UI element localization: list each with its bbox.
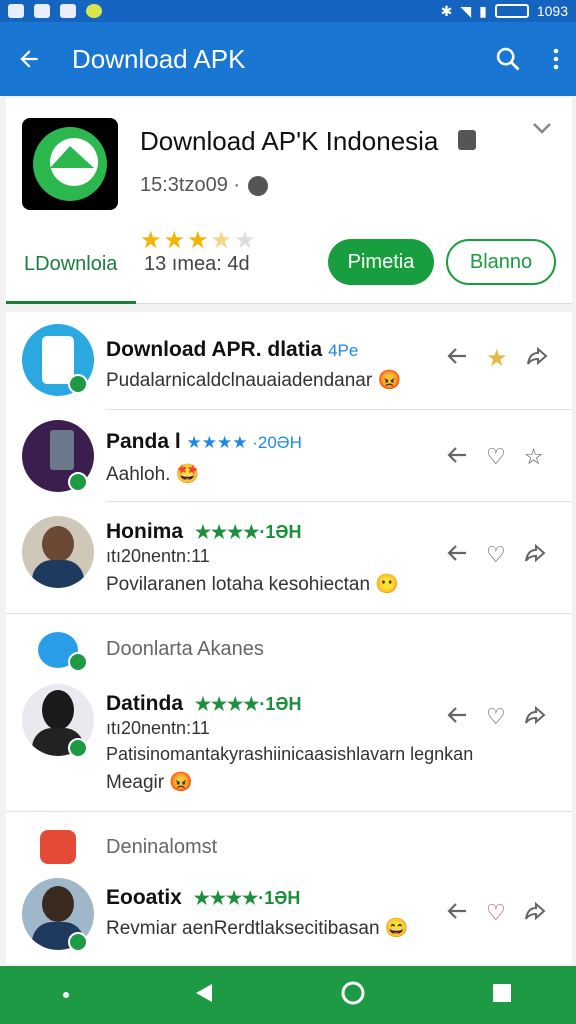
item-rating: ★★★★ ·20ƏH bbox=[186, 433, 302, 452]
item-title: Datinda ★★★★·1ƏH bbox=[106, 692, 301, 716]
item-title-text: Datinda bbox=[106, 692, 184, 715]
heart-icon[interactable]: ♡ bbox=[486, 542, 506, 568]
install-button[interactable]: Pimetia bbox=[328, 239, 434, 285]
dot-icon bbox=[62, 992, 69, 998]
verified-badge-icon bbox=[68, 374, 88, 394]
section-title: Doonlarta Akanes bbox=[106, 638, 264, 660]
rating-stars: ★★★★★ bbox=[140, 227, 258, 254]
share-icon[interactable] bbox=[526, 346, 548, 371]
item-rating: ★★★★·1ƏH bbox=[193, 888, 301, 908]
chevron-down-icon[interactable] bbox=[532, 122, 552, 141]
item-title-text: Eooatix bbox=[106, 886, 182, 909]
item-tag: 4Pe bbox=[328, 341, 359, 360]
reply-icon[interactable] bbox=[446, 543, 468, 568]
search-icon[interactable] bbox=[494, 45, 522, 73]
info-icon bbox=[458, 130, 476, 150]
item-rating: ★★★★·1ƏH bbox=[194, 694, 302, 714]
share-icon[interactable] bbox=[524, 705, 546, 730]
heart-icon[interactable]: ♡ bbox=[486, 444, 506, 470]
verified-badge-icon bbox=[68, 932, 88, 952]
section-title: Deninalomst bbox=[106, 836, 218, 858]
item-title: Panda l ★★★★ ·20ƏH bbox=[106, 430, 302, 454]
section-header: Deninalomst bbox=[6, 812, 572, 878]
item-description: Aahloh. 🤩 bbox=[106, 464, 200, 485]
tab-indicator bbox=[6, 301, 136, 304]
shield-icon bbox=[86, 4, 102, 18]
verified-badge-icon bbox=[68, 472, 88, 492]
item-description: Povilaranen lotaha kesohiectan 😶 bbox=[106, 574, 400, 595]
notification-icon bbox=[8, 4, 24, 18]
home-nav-icon[interactable] bbox=[340, 980, 366, 1011]
app-icon[interactable] bbox=[22, 118, 118, 210]
item-description: Patisinomantakyrashiinicaasishlavarn leg… bbox=[106, 744, 474, 764]
star-icon[interactable]: ★ bbox=[486, 344, 508, 373]
item-title: Download APR. dlatia 4Pe bbox=[106, 338, 358, 362]
back-nav-icon[interactable] bbox=[194, 982, 214, 1009]
heart-icon[interactable]: ♡ bbox=[486, 704, 506, 730]
app-logo-icon bbox=[40, 830, 76, 864]
status-bar: ✱ ◥ ▮ 1093 bbox=[0, 0, 576, 22]
app-card: Download AP'K Indonesia 15:3tzo09 · ★★★★… bbox=[6, 98, 572, 304]
item-title-text: Download APR. dlatia bbox=[106, 338, 323, 361]
verified-badge-icon bbox=[68, 738, 88, 758]
heart-icon[interactable]: ♡ bbox=[486, 900, 506, 926]
share-icon[interactable] bbox=[524, 543, 546, 568]
star-outline-icon[interactable]: ☆ bbox=[524, 444, 544, 470]
verified-badge-icon bbox=[68, 652, 88, 672]
page-title: Download APK bbox=[72, 43, 246, 74]
list-item[interactable]: Eooatix ★★★★·1ƏH Revmiar aenRerdtlakseci… bbox=[6, 878, 572, 964]
review-list: Download APR. dlatia 4Pe Pudalarnicaldcl… bbox=[6, 312, 572, 964]
back-arrow-icon[interactable] bbox=[16, 46, 42, 72]
item-description-cont: Meagir 😡 bbox=[106, 772, 194, 793]
notification-icon bbox=[34, 4, 50, 18]
list-item[interactable]: Datinda ★★★★·1ƏH ıtı20nentn:11 Patisinom… bbox=[6, 682, 572, 812]
rating-meta: 13 ımea: 4d bbox=[144, 253, 250, 275]
section-header: Doonlarta Akanes bbox=[6, 614, 572, 682]
item-description: Pudalarnicaldclnauaiadendanar 😡 bbox=[106, 370, 402, 391]
list-item[interactable]: Download APR. dlatia 4Pe Pudalarnicaldcl… bbox=[6, 312, 572, 410]
item-title: Eooatix ★★★★·1ƏH bbox=[106, 886, 300, 910]
signal-icon: ▮ bbox=[479, 2, 487, 19]
item-date: ıtı20nentn:11 bbox=[106, 546, 210, 566]
wifi-icon: ◥ bbox=[460, 2, 472, 19]
battery-icon bbox=[494, 4, 529, 18]
reply-icon[interactable] bbox=[446, 445, 468, 470]
globe-icon bbox=[248, 175, 269, 196]
more-menu-icon[interactable] bbox=[552, 47, 560, 71]
item-title-text: Panda l bbox=[106, 430, 181, 453]
reply-icon[interactable] bbox=[446, 346, 468, 371]
list-item[interactable]: Panda l ★★★★ ·20ƏH Aahloh. 🤩 ♡ ☆ bbox=[6, 410, 572, 502]
app-title: Download AP'K Indonesia bbox=[140, 126, 439, 156]
app-bar: Download APK bbox=[0, 22, 576, 96]
system-nav-bar bbox=[0, 966, 576, 1024]
avatar bbox=[22, 516, 94, 588]
reply-icon[interactable] bbox=[446, 901, 468, 926]
item-description: Revmiar aenRerdtlaksecitibasan 😄 bbox=[106, 918, 409, 939]
item-rating: ★★★★·1ƏH bbox=[194, 522, 302, 542]
item-title: Honima ★★★★·1ƏH bbox=[106, 520, 301, 544]
reply-icon[interactable] bbox=[446, 705, 468, 730]
bluetooth-icon: ✱ bbox=[440, 2, 453, 19]
open-button[interactable]: Blanno bbox=[446, 239, 556, 285]
status-time: 1093 bbox=[536, 3, 568, 19]
share-icon[interactable] bbox=[524, 901, 546, 926]
tab-download[interactable]: LDownloia bbox=[24, 253, 117, 276]
app-version: 15:3tzo09 · bbox=[140, 174, 241, 196]
app-subtitle: 15:3tzo09 · bbox=[140, 174, 269, 197]
recents-nav-icon[interactable] bbox=[491, 982, 513, 1009]
notification-icon bbox=[60, 4, 76, 18]
list-item[interactable]: Honima ★★★★·1ƏH ıtı20nentn:11 Povilarane… bbox=[6, 502, 572, 614]
item-date: ıtı20nentn:11 bbox=[106, 718, 210, 738]
item-title-text: Honima bbox=[106, 520, 184, 543]
